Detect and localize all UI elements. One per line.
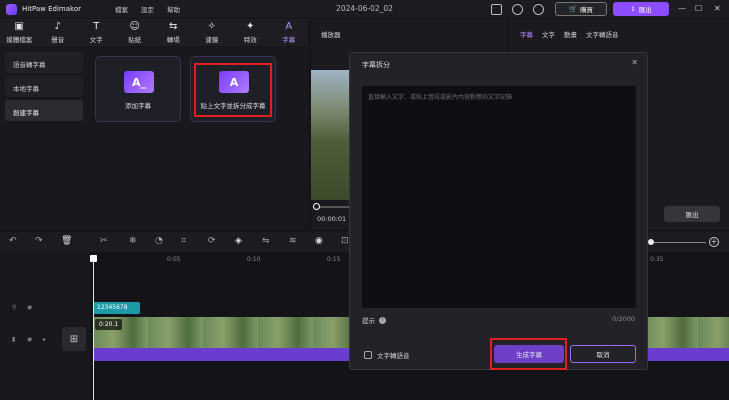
text-track-icon[interactable]: ⚲ — [12, 304, 16, 311]
add-media-icon: ⊞ — [69, 333, 79, 345]
tab-animation[interactable]: 動畫 — [564, 29, 577, 39]
effect-icon: ✦ — [246, 20, 255, 32]
player-title: 播放器 — [321, 31, 341, 39]
eye-icon[interactable]: ◉ — [27, 336, 32, 343]
add-subtitle-card[interactable]: A_ 添加字幕 — [95, 56, 181, 122]
app-name: HitPaw Edimakor — [22, 5, 81, 13]
account-icon[interactable] — [533, 4, 544, 15]
add-media-button[interactable]: ⊞ — [62, 327, 86, 351]
mirror-icon[interactable]: ⇋ — [262, 236, 270, 246]
tab-subtitle[interactable]: 字幕 — [520, 29, 533, 39]
text-to-speech-checkbox[interactable] — [364, 351, 372, 359]
playhead[interactable] — [93, 256, 94, 400]
cancel-button[interactable]: 取消 — [570, 345, 636, 363]
freeze-icon[interactable]: ❄ — [129, 236, 137, 246]
add-subtitle-icon: A_ — [124, 71, 154, 93]
cart-icon: 🛒 — [568, 5, 578, 13]
speed-icon[interactable]: ◔ — [155, 236, 163, 246]
properties-tabs: 字幕 文字 動畫 文字轉語音 — [520, 29, 619, 39]
gift-icon[interactable] — [491, 4, 502, 15]
info-icon[interactable]: i — [379, 316, 386, 324]
mask-icon[interactable]: ◈ — [235, 236, 242, 246]
video-clip-duration: 0:20.1 — [95, 319, 123, 330]
zoom-slider[interactable] — [652, 242, 706, 243]
lock-icon[interactable]: ▮ — [12, 336, 15, 343]
ruler-label: 0:15 — [327, 256, 341, 263]
transition-icon: ⇆ — [169, 20, 178, 32]
export-button-top[interactable]: ⇪ 匯出 — [613, 2, 669, 16]
ruler-label: 0:10 — [247, 256, 261, 263]
filter-icon: ✧ — [207, 20, 216, 32]
subtitle-subnav: 語音轉字幕 本地字幕 創建字幕 — [5, 52, 83, 124]
rotate-icon[interactable]: ⟳ — [208, 236, 216, 246]
text-icon: T — [93, 20, 100, 32]
menu-file[interactable]: 檔案 — [115, 4, 128, 14]
close-window-icon[interactable]: ✕ — [714, 4, 721, 13]
subtitle-text-input[interactable] — [362, 86, 636, 308]
sticker-icon: ☺ — [129, 20, 140, 32]
zoom-in-icon[interactable]: + — [709, 237, 719, 247]
close-icon[interactable]: ✕ — [631, 58, 638, 67]
export-button-panel[interactable]: 匯出 — [664, 206, 720, 222]
subtitle-split-dialog: 字幕拆分 ✕ 提示 i 0/2000 文字轉語音 生成字幕 取消 — [349, 52, 648, 370]
menu-settings[interactable]: 設定 — [141, 4, 154, 14]
tab-text[interactable]: 文字 — [542, 29, 555, 39]
speaker-icon[interactable]: ◂ — [42, 336, 45, 343]
subtitle-icon: A — [285, 20, 293, 32]
ruler-label: 0:05 — [167, 256, 181, 263]
character-count: 0/2000 — [612, 315, 635, 323]
tool-media[interactable]: ▣ 媒體檔案 — [0, 19, 39, 46]
highlight-generate-button — [490, 338, 567, 370]
crop-icon[interactable]: ⌗ — [181, 236, 186, 246]
ruler-label: 0:35 — [650, 256, 664, 263]
subtitle-clip[interactable]: 12345678 — [93, 302, 140, 314]
tool-audio[interactable]: ♪ 聲音 — [39, 19, 78, 46]
tool-effect[interactable]: ✦ 特效 — [231, 19, 270, 46]
eye-icon[interactable]: ◉ — [27, 304, 32, 311]
more-icon[interactable]: ⊡ — [341, 236, 349, 246]
subnav-speech-to-subtitle[interactable]: 語音轉字幕 — [5, 52, 83, 73]
fade-icon[interactable]: ≋ — [289, 236, 297, 246]
split-icon[interactable]: ✂ — [100, 236, 108, 246]
tool-sticker[interactable]: ☺ 貼紙 — [116, 19, 155, 46]
main-toolbar: ▣ 媒體檔案 ♪ 聲音 T 文字 ☺ 貼紙 ⇆ 轉場 ✧ 濾鏡 ✦ 特效 A 字幕 — [0, 19, 308, 46]
playhead-handle[interactable] — [90, 255, 97, 262]
media-icon: ▣ — [14, 20, 24, 32]
track-headers — [0, 252, 90, 400]
player-scrub-handle[interactable] — [313, 203, 320, 210]
video-preview — [311, 70, 351, 200]
hint-icon[interactable] — [512, 4, 523, 15]
record-icon[interactable]: ◉ — [315, 236, 323, 246]
buy-button[interactable]: 🛒 購買 — [555, 2, 607, 16]
tool-text[interactable]: T 文字 — [77, 19, 116, 46]
upload-icon: ⇪ — [630, 5, 636, 13]
tab-text-to-speech[interactable]: 文字轉語音 — [586, 29, 619, 39]
zoom-handle[interactable] — [648, 239, 654, 245]
tool-filter[interactable]: ✧ 濾鏡 — [193, 19, 232, 46]
delete-icon[interactable]: 🗑 — [61, 236, 72, 246]
tool-subtitle[interactable]: A 字幕 — [270, 19, 309, 46]
app-logo — [6, 3, 17, 15]
undo-icon[interactable]: ↶ — [9, 236, 17, 246]
player-time: 00:00:01 — [317, 215, 347, 223]
redo-icon[interactable]: ↷ — [35, 236, 43, 246]
tool-transition[interactable]: ⇆ 轉場 — [154, 19, 193, 46]
maximize-icon[interactable]: ☐ — [695, 4, 702, 13]
dialog-title: 字幕拆分 — [362, 61, 390, 69]
menu-help[interactable]: 幫助 — [167, 4, 180, 14]
subnav-local-subtitle[interactable]: 本地字幕 — [5, 76, 83, 97]
highlight-paste-text-card — [194, 63, 272, 117]
minimize-icon[interactable]: — — [678, 4, 686, 13]
subnav-create-subtitle[interactable]: 創建字幕 — [5, 100, 83, 121]
music-note-icon: ♪ — [54, 20, 61, 32]
menu-bar: 檔案 設定 幫助 — [115, 4, 180, 14]
text-to-speech-option[interactable]: 文字轉語音 — [364, 350, 410, 360]
hint-row: 提示 i — [362, 315, 386, 325]
